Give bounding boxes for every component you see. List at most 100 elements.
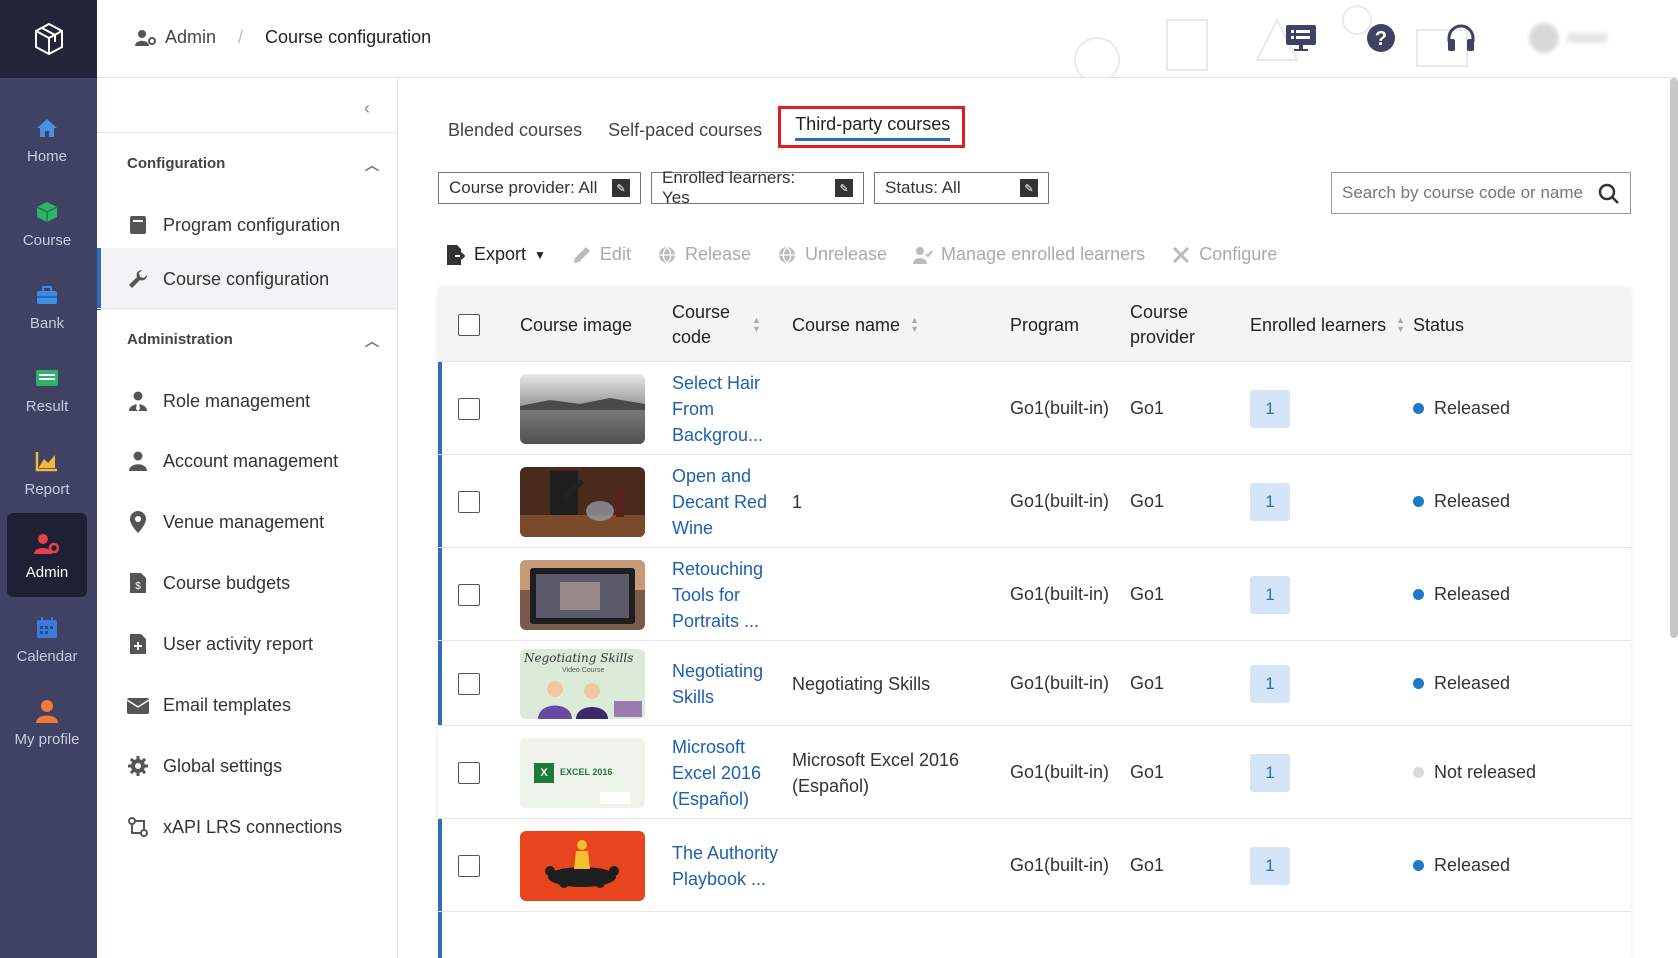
section-configuration[interactable]: Configuration ︿	[97, 132, 397, 194]
header-course-name[interactable]: Course name ▲ ▼	[792, 288, 919, 362]
header-program: Program	[1010, 288, 1079, 362]
page-scrollbar[interactable]	[1670, 78, 1678, 638]
gear-icon	[127, 755, 149, 777]
course-code-link[interactable]: The Authority Playbook ...	[672, 840, 792, 892]
side-item-email-templates[interactable]: Email templates	[97, 674, 397, 736]
enrolled-count-badge[interactable]: 1	[1250, 664, 1290, 703]
table-row[interactable]: Negotiating Skills Video Course Negotiat…	[438, 641, 1631, 726]
rail-item-home[interactable]: Home	[7, 97, 87, 181]
program: Go1(built-in)	[1010, 673, 1110, 693]
row-checkbox[interactable]	[458, 761, 480, 784]
side-item-xapi-lrs-connections[interactable]: xAPI LRS connections	[97, 796, 397, 858]
course-code-link[interactable]: Negotiating Skills	[672, 658, 792, 710]
manage-enrolled-learners-button[interactable]: Manage enrolled learners	[913, 244, 1145, 265]
collapse-sidebar-button[interactable]: ‹	[355, 96, 379, 120]
rail-item-bank[interactable]: Bank	[7, 264, 87, 348]
table-row[interactable]: Select Hair From Backgrou... Go1(built-i…	[438, 362, 1631, 455]
enrolled-count-badge[interactable]: 1	[1250, 389, 1290, 428]
pencil-icon	[572, 245, 592, 265]
username-blurred	[1567, 33, 1607, 43]
globe-icon	[657, 245, 677, 265]
rail-item-label: Report	[24, 480, 70, 498]
filter-course-provider[interactable]: Course provider: All ✎	[438, 172, 641, 204]
side-item-user-activity-report[interactable]: User activity report	[97, 613, 397, 675]
release-button[interactable]: Release	[657, 244, 751, 265]
row-checkbox[interactable]	[458, 397, 480, 420]
course-thumbnail[interactable]	[520, 830, 645, 901]
support-button[interactable]	[1443, 20, 1479, 56]
side-item-account-management[interactable]: Account management	[97, 430, 397, 492]
row-checkbox[interactable]	[458, 583, 480, 606]
row-checkbox[interactable]	[458, 672, 480, 695]
breadcrumb: Admin / Course configuration	[135, 27, 431, 48]
program: Go1(built-in)	[1010, 491, 1110, 511]
side-item-course-configuration[interactable]: Course configuration	[97, 248, 397, 310]
profile-icon	[33, 697, 61, 725]
header-label: Course code	[672, 302, 731, 347]
header-course-code[interactable]: Course code ▲ ▼	[672, 288, 782, 362]
course-code-link[interactable]: Microsoft Excel 2016 (Español)	[672, 734, 792, 812]
search-input[interactable]	[1342, 183, 1592, 203]
user-cog-icon	[135, 29, 156, 46]
side-item-global-settings[interactable]: Global settings	[97, 735, 397, 797]
tab-self-paced-courses[interactable]: Self-paced courses	[598, 112, 772, 154]
course-code-link[interactable]: Retouching Tools for Portraits ...	[672, 556, 792, 634]
row-checkbox[interactable]	[458, 490, 480, 513]
course-thumbnail[interactable]: X EXCEL 2016	[520, 737, 645, 808]
home-icon	[33, 114, 61, 142]
rail-item-calendar[interactable]: Calendar	[7, 597, 87, 681]
program: Go1(built-in)	[1010, 398, 1110, 418]
edit-button[interactable]: Edit	[572, 244, 631, 265]
app-logo[interactable]	[0, 0, 97, 78]
status-dot	[1413, 767, 1424, 778]
edit-icon: ✎	[612, 179, 630, 197]
enrolled-count-badge[interactable]: 1	[1250, 846, 1290, 885]
search-icon[interactable]	[1598, 183, 1620, 205]
table-row[interactable]: Open and Decant Red Wine 1 Go1(built-in)…	[438, 455, 1631, 548]
table-row[interactable]: X EXCEL 2016 Microsoft Excel 2016 (Españ…	[438, 726, 1631, 819]
rail-item-my-profile[interactable]: My profile	[7, 680, 87, 764]
presentation-button[interactable]	[1283, 20, 1319, 56]
user-menu[interactable]	[1523, 20, 1613, 56]
filter-status[interactable]: Status: All ✎	[874, 172, 1049, 204]
bank-icon	[33, 281, 61, 309]
section-administration[interactable]: Administration ︿	[97, 308, 397, 370]
tab-blended-courses[interactable]: Blended courses	[438, 112, 592, 154]
status-text: Released	[1434, 855, 1511, 875]
side-item-course-budgets[interactable]: $ Course budgets	[97, 552, 397, 614]
side-item-role-management[interactable]: Role management	[97, 370, 397, 432]
rail-item-course[interactable]: Course	[7, 181, 87, 265]
enrolled-count-badge[interactable]: 1	[1250, 482, 1290, 521]
rail-item-report[interactable]: Report	[7, 430, 87, 514]
logo-icon	[34, 22, 63, 56]
enrolled-count-badge[interactable]: 1	[1250, 753, 1290, 792]
rail-item-admin[interactable]: Admin	[7, 513, 87, 597]
side-item-venue-management[interactable]: Venue management	[97, 491, 397, 553]
rail-item-result[interactable]: Result	[7, 347, 87, 431]
side-item-program-configuration[interactable]: Program configuration	[97, 194, 397, 256]
select-all-checkbox[interactable]	[458, 314, 480, 336]
row-marker	[438, 912, 442, 958]
header-enrolled-learners[interactable]: Enrolled learners ▲ ▼	[1250, 288, 1405, 362]
course-code-link[interactable]: Select Hair From Backgrou...	[672, 370, 792, 448]
course-thumbnail[interactable]	[520, 559, 645, 630]
table-row[interactable]: The Authority Playbook ... Go1(built-in)…	[438, 819, 1631, 912]
filter-enrolled-learners[interactable]: Enrolled learners: Yes ✎	[651, 168, 864, 207]
unrelease-button[interactable]: Unrelease	[777, 244, 887, 265]
help-button[interactable]: ?	[1363, 20, 1399, 56]
course-provider: Go1	[1130, 584, 1165, 604]
table-row[interactable]: Retouching Tools for Portraits ... Go1(b…	[438, 548, 1631, 641]
course-thumbnail[interactable]	[520, 466, 645, 537]
course-thumbnail[interactable]	[520, 373, 645, 444]
row-marker	[438, 641, 442, 725]
excel-logo-icon: X	[534, 762, 554, 783]
course-code-link[interactable]: Open and Decant Red Wine	[672, 463, 792, 541]
export-button[interactable]: Export ▼	[446, 244, 546, 265]
enrolled-count-badge[interactable]: 1	[1250, 575, 1290, 614]
row-checkbox[interactable]	[458, 854, 480, 877]
configure-button[interactable]: Configure	[1171, 244, 1277, 265]
breadcrumb-root[interactable]: Admin	[135, 27, 216, 48]
tab-third-party-courses[interactable]: Third-party courses	[778, 106, 966, 148]
course-thumbnail[interactable]: Negotiating Skills Video Course	[520, 648, 645, 719]
side-item-label: xAPI LRS connections	[163, 816, 343, 837]
